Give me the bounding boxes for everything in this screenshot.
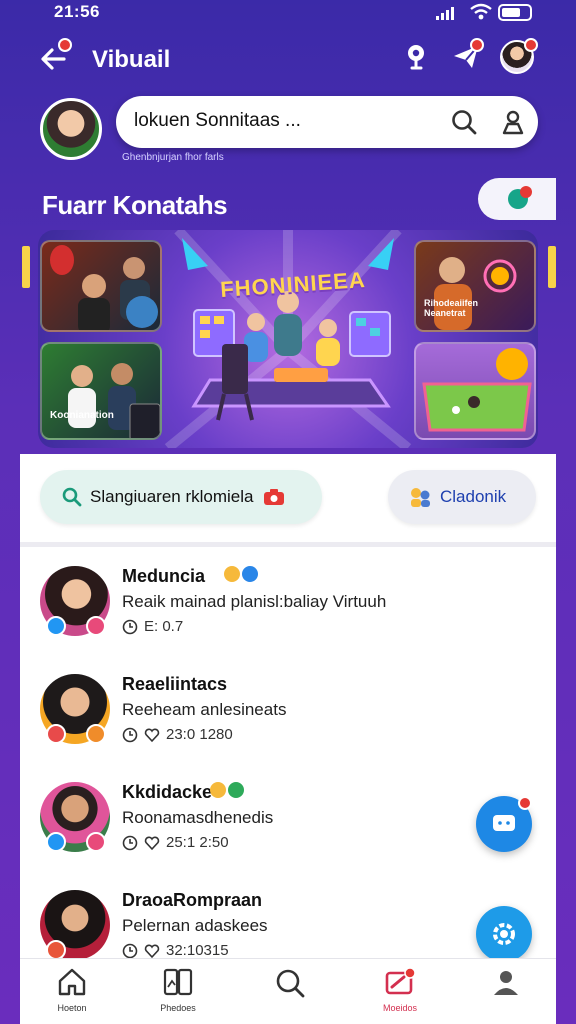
app-title: Vibuail <box>92 46 171 73</box>
message-preview: Reaik mainad planisl:baliay Virtuuh <box>122 592 387 611</box>
nav-search[interactable] <box>250 967 330 1001</box>
toggle-red-dot <box>520 186 532 198</box>
message-time: 25:1 2:50 <box>166 834 229 851</box>
nav-home[interactable]: Hoeton <box>32 967 112 1013</box>
banner-tile-top-left[interactable] <box>40 240 162 332</box>
chip-secondary-label: Cladonik <box>440 487 507 506</box>
message-time: 23:0 1280 <box>166 726 233 743</box>
tile-couple-art <box>68 363 160 438</box>
status-emoji-icon <box>224 566 240 582</box>
message-meta: 25:1 2:50 <box>122 834 229 851</box>
chip-primary-label: Slangiuaren rklomiela <box>90 487 254 506</box>
status-bar: 21:56 <box>0 0 576 26</box>
group-icon <box>411 488 430 507</box>
signal-icon <box>436 6 454 20</box>
search-caption: Ghenbnjurjan fhor farls <box>122 152 224 163</box>
avatar-badge-icon <box>86 616 106 636</box>
nav-photos-label: Phedoes <box>160 1003 196 1013</box>
message-meta: 23:0 1280 <box>122 726 233 743</box>
message-preview: Pelernan adaskees <box>122 916 268 935</box>
heart-icon <box>144 728 160 742</box>
search-chip-primary[interactable]: Slangiuaren rklomiela <box>40 470 322 524</box>
contact-name: Kkdidacke <box>122 782 213 802</box>
chat-notification-dot <box>470 38 484 52</box>
banner-tile-top-right[interactable]: Rihodeaiifen Neanetrat <box>414 240 536 332</box>
top-app-bar: Vibuail <box>0 34 576 82</box>
nav-profile[interactable] <box>466 967 546 999</box>
message-preview: Roonamasdhenedis <box>122 808 274 827</box>
message-time: 32:10315 <box>166 942 229 959</box>
media-icon <box>385 967 416 995</box>
banner-tile-bottom-right[interactable] <box>414 342 536 440</box>
clock-icon <box>122 727 138 742</box>
back-notification-dot <box>58 38 72 52</box>
nav-photos[interactable]: Phedoes <box>138 967 218 1013</box>
clock-icon <box>122 943 138 958</box>
user-filter-icon[interactable] <box>500 108 526 136</box>
heart-icon <box>144 944 160 958</box>
home-icon <box>58 968 86 996</box>
status-time: 21:56 <box>54 2 100 21</box>
wifi-icon <box>470 3 492 20</box>
profile-icon <box>494 971 518 995</box>
message-meta: E: 0.7 <box>122 618 183 635</box>
verified-icon <box>242 566 258 582</box>
avatar-badge-icon <box>86 832 106 852</box>
contact-name: Reaeliintacs <box>122 674 228 694</box>
fab-notification-dot <box>518 796 532 810</box>
avatar-badge-icon <box>46 724 66 744</box>
list-item[interactable]: Meduncia Reaik mainad planisl:baliay Vir… <box>20 556 556 660</box>
banner-tile-bottom-left[interactable]: Koonianation <box>40 342 162 440</box>
message-icon <box>493 815 515 831</box>
location-pin-icon[interactable] <box>400 40 434 74</box>
battery-icon <box>498 4 532 21</box>
gear-icon <box>493 923 515 945</box>
contact-name: Meduncia <box>122 566 206 586</box>
left-accent-strip <box>22 246 30 288</box>
featured-banner[interactable]: FHONINIEEA Koonianation Rihodeaiifen Nea… <box>38 230 538 448</box>
right-accent-strip <box>548 246 556 288</box>
avatar-badge-icon <box>86 724 106 744</box>
tile-caption-left: Koonianation <box>50 410 114 421</box>
message-time: E: 0.7 <box>144 618 184 635</box>
search-input[interactable]: lokuen Sonnitaas ... <box>134 110 301 132</box>
avatar-notification-dot <box>524 38 538 52</box>
tile-caption-right: Rihodeaiifen Neanetrat <box>424 298 479 318</box>
message-meta: 32:10315 <box>122 942 229 959</box>
section-divider <box>20 542 556 547</box>
chat-status-icon <box>228 782 244 798</box>
status-emoji-icon <box>210 782 226 798</box>
contact-name: DraoaRompraan <box>122 890 263 910</box>
search-icon[interactable] <box>450 108 478 136</box>
message-preview: Reeheam anlesineats <box>122 700 287 719</box>
tile-people-art <box>50 245 158 330</box>
nav-media-label: Moeidos <box>382 1003 418 1013</box>
section-toggle[interactable] <box>478 178 556 220</box>
list-item[interactable]: Reaeliintacs Reeheam anlesineats 23:0 12… <box>20 664 556 768</box>
avatar-badge-icon <box>46 832 66 852</box>
search-icon <box>276 969 305 998</box>
search-bar[interactable]: lokuen Sonnitaas ... <box>116 96 538 148</box>
heart-icon <box>144 836 160 850</box>
tile-portrait-art <box>434 257 517 330</box>
nav-home-label: Hoeton <box>57 1003 87 1013</box>
settings-fab[interactable] <box>476 906 532 962</box>
camera-icon <box>264 489 285 505</box>
clock-icon <box>122 619 138 634</box>
profile-avatar[interactable] <box>40 98 102 160</box>
chip-search-icon <box>62 487 82 507</box>
section-title: Fuarr Konatahs <box>42 190 228 220</box>
photos-icon <box>163 968 193 996</box>
avatar-badge-icon <box>46 940 66 960</box>
search-chip-secondary[interactable]: Cladonik <box>388 470 536 524</box>
avatar-badge-icon <box>46 616 66 636</box>
bottom-navigation: Hoeton Phedoes Moeidos <box>20 958 556 1024</box>
tile-board-game-art <box>422 348 532 432</box>
nav-media[interactable]: Moeidos <box>360 967 440 1013</box>
clock-icon <box>122 835 138 850</box>
